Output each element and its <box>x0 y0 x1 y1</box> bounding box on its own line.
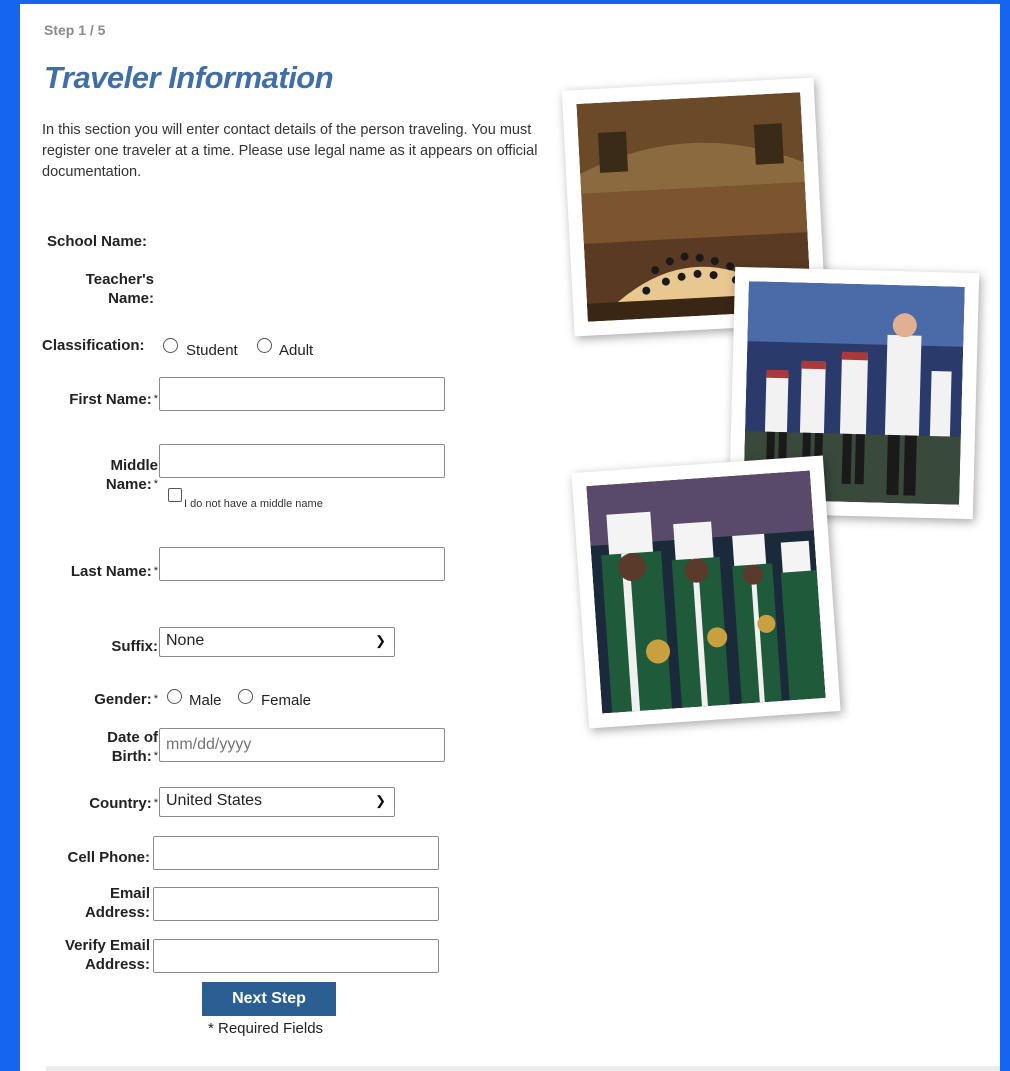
marching-band-photo <box>571 455 841 729</box>
gender-label-text: Gender: <box>94 691 152 708</box>
no-middle-name-checkbox[interactable] <box>168 488 182 502</box>
page-title: Traveler Information <box>44 60 334 95</box>
middle-name-label: Middle Name: * <box>60 456 158 494</box>
email-label: Email Address: <box>50 884 150 922</box>
required-mark: * <box>153 565 158 577</box>
footer-divider <box>46 1066 1000 1071</box>
required-mark: * <box>153 693 158 705</box>
gender-female-radio[interactable] <box>238 689 253 704</box>
cell-phone-label: Cell Phone: <box>67 849 150 866</box>
step-indicator: Step 1 / 5 <box>44 22 106 38</box>
classification-label: Classification: <box>42 337 145 354</box>
country-label: Country: * <box>60 794 158 813</box>
school-name-label: School Name: <box>47 233 148 250</box>
verify-email-label: Verify Email Address: <box>40 936 150 974</box>
dob-input[interactable] <box>159 728 445 762</box>
dob-label: Date of Birth: * <box>60 728 158 766</box>
classification-student-radio[interactable] <box>163 338 178 353</box>
email-input[interactable] <box>153 887 439 921</box>
teacher-name-label-line1: Teacher's <box>85 271 154 288</box>
middle-name-label-line1: Middle <box>110 457 159 474</box>
country-label-text: Country: <box>89 795 152 812</box>
first-name-label: First Name: * <box>40 390 158 409</box>
verify-email-label-line1: Verify Email <box>64 937 150 954</box>
classification-student-label: Student <box>186 342 238 359</box>
required-mark: * <box>153 797 158 809</box>
marching-band-image <box>586 470 826 714</box>
gender-male-radio[interactable] <box>167 689 182 704</box>
required-fields-note: * Required Fields <box>208 1020 324 1037</box>
first-name-label-text: First Name: <box>69 391 152 408</box>
verify-email-input[interactable] <box>153 939 439 973</box>
verify-email-label-line2: Address: <box>84 956 150 973</box>
teacher-name-label-line2: Name: <box>108 290 154 307</box>
required-mark: * <box>153 478 158 490</box>
intro-text: In this section you will enter contact d… <box>42 122 538 180</box>
required-mark: * <box>153 750 158 762</box>
email-label-line1: Email <box>109 885 150 902</box>
form-panel: Step 1 / 5 Traveler Information In this … <box>20 4 1000 1071</box>
suffix-selected-value: None <box>166 632 205 649</box>
last-name-input[interactable] <box>159 547 445 581</box>
last-name-label: Last Name: * <box>40 562 158 581</box>
dob-label-line1: Date of <box>107 729 158 746</box>
gender-male-label: Male <box>189 692 222 709</box>
next-step-button[interactable]: Next Step <box>202 982 336 1016</box>
classification-adult-label: Adult <box>279 342 314 359</box>
no-middle-name-label: I do not have a middle name <box>184 498 323 510</box>
gender-label: Gender: * <box>60 690 158 709</box>
country-selected-value: United States <box>166 792 263 809</box>
dob-label-line2: Birth: <box>111 748 152 765</box>
required-mark: * <box>153 393 158 405</box>
chevron-down-icon: ❯ <box>375 633 386 648</box>
middle-name-input[interactable] <box>159 444 445 478</box>
chevron-down-icon: ❯ <box>375 793 386 808</box>
suffix-select[interactable]: None ❯ <box>159 627 395 657</box>
last-name-label-text: Last Name: <box>70 563 152 580</box>
teacher-name-label: Teacher's Name: <box>60 270 154 308</box>
first-name-input[interactable] <box>159 377 445 411</box>
suffix-label: Suffix: <box>111 638 158 655</box>
country-select[interactable]: United States ❯ <box>159 787 395 817</box>
classification-adult-radio[interactable] <box>257 338 272 353</box>
cell-phone-input[interactable] <box>153 836 439 870</box>
middle-name-label-line2: Name: <box>105 476 152 493</box>
email-label-line2: Address: <box>84 904 150 921</box>
gender-female-label: Female <box>261 692 312 709</box>
